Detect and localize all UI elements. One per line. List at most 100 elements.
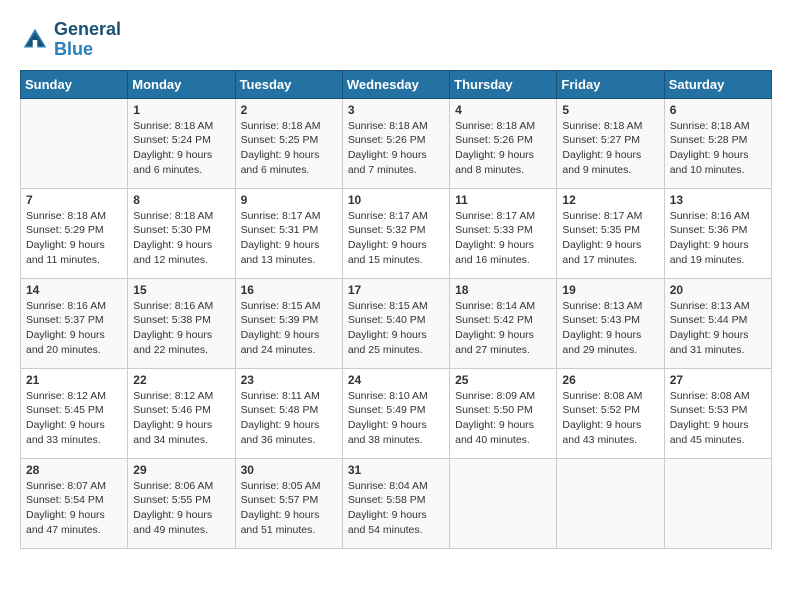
calendar-week-1: 1 Sunrise: 8:18 AM Sunset: 5:24 PM Dayli…: [21, 98, 772, 188]
day-info: Sunrise: 8:12 AM Sunset: 5:46 PM Dayligh…: [133, 389, 229, 448]
daylight-label: Daylight: 9 hours and 17 minutes.: [562, 239, 641, 266]
calendar-cell: 9 Sunrise: 8:17 AM Sunset: 5:31 PM Dayli…: [235, 188, 342, 278]
calendar-cell: 12 Sunrise: 8:17 AM Sunset: 5:35 PM Dayl…: [557, 188, 664, 278]
sunset-label: Sunset: 5:49 PM: [348, 404, 426, 416]
day-info: Sunrise: 8:16 AM Sunset: 5:37 PM Dayligh…: [26, 299, 122, 358]
calendar-cell: 29 Sunrise: 8:06 AM Sunset: 5:55 PM Dayl…: [128, 458, 235, 548]
daylight-label: Daylight: 9 hours and 15 minutes.: [348, 239, 427, 266]
calendar-week-5: 28 Sunrise: 8:07 AM Sunset: 5:54 PM Dayl…: [21, 458, 772, 548]
day-number: 6: [670, 103, 766, 117]
sunset-label: Sunset: 5:25 PM: [241, 134, 319, 146]
sunset-label: Sunset: 5:32 PM: [348, 224, 426, 236]
day-info: Sunrise: 8:12 AM Sunset: 5:45 PM Dayligh…: [26, 389, 122, 448]
day-info: Sunrise: 8:16 AM Sunset: 5:38 PM Dayligh…: [133, 299, 229, 358]
sunrise-label: Sunrise: 8:18 AM: [133, 210, 213, 222]
day-number: 4: [455, 103, 551, 117]
day-info: Sunrise: 8:17 AM Sunset: 5:35 PM Dayligh…: [562, 209, 658, 268]
sunset-label: Sunset: 5:55 PM: [133, 494, 211, 506]
calendar-cell: 27 Sunrise: 8:08 AM Sunset: 5:53 PM Dayl…: [664, 368, 771, 458]
day-info: Sunrise: 8:08 AM Sunset: 5:52 PM Dayligh…: [562, 389, 658, 448]
daylight-label: Daylight: 9 hours and 27 minutes.: [455, 329, 534, 356]
calendar-cell: [557, 458, 664, 548]
sunset-label: Sunset: 5:42 PM: [455, 314, 533, 326]
day-number: 2: [241, 103, 337, 117]
logo-text-line1: General: [54, 20, 121, 40]
logo: General Blue: [20, 20, 121, 60]
calendar-cell: 5 Sunrise: 8:18 AM Sunset: 5:27 PM Dayli…: [557, 98, 664, 188]
day-info: Sunrise: 8:18 AM Sunset: 5:27 PM Dayligh…: [562, 119, 658, 178]
day-number: 27: [670, 373, 766, 387]
calendar-cell: 7 Sunrise: 8:18 AM Sunset: 5:29 PM Dayli…: [21, 188, 128, 278]
sunrise-label: Sunrise: 8:16 AM: [670, 210, 750, 222]
calendar-cell: 26 Sunrise: 8:08 AM Sunset: 5:52 PM Dayl…: [557, 368, 664, 458]
daylight-label: Daylight: 9 hours and 9 minutes.: [562, 149, 641, 176]
calendar-table: SundayMondayTuesdayWednesdayThursdayFrid…: [20, 70, 772, 549]
sunset-label: Sunset: 5:37 PM: [26, 314, 104, 326]
calendar-cell: 18 Sunrise: 8:14 AM Sunset: 5:42 PM Dayl…: [450, 278, 557, 368]
calendar-cell: 10 Sunrise: 8:17 AM Sunset: 5:32 PM Dayl…: [342, 188, 449, 278]
sunrise-label: Sunrise: 8:17 AM: [348, 210, 428, 222]
sunrise-label: Sunrise: 8:18 AM: [26, 210, 106, 222]
calendar-cell: 19 Sunrise: 8:13 AM Sunset: 5:43 PM Dayl…: [557, 278, 664, 368]
logo-icon: [20, 25, 50, 55]
calendar-cell: 17 Sunrise: 8:15 AM Sunset: 5:40 PM Dayl…: [342, 278, 449, 368]
sunset-label: Sunset: 5:24 PM: [133, 134, 211, 146]
sunrise-label: Sunrise: 8:15 AM: [348, 300, 428, 312]
day-info: Sunrise: 8:15 AM Sunset: 5:40 PM Dayligh…: [348, 299, 444, 358]
sunrise-label: Sunrise: 8:18 AM: [670, 120, 750, 132]
calendar-cell: [664, 458, 771, 548]
sunset-label: Sunset: 5:43 PM: [562, 314, 640, 326]
day-number: 9: [241, 193, 337, 207]
day-number: 31: [348, 463, 444, 477]
sunrise-label: Sunrise: 8:18 AM: [241, 120, 321, 132]
calendar-cell: 8 Sunrise: 8:18 AM Sunset: 5:30 PM Dayli…: [128, 188, 235, 278]
daylight-label: Daylight: 9 hours and 51 minutes.: [241, 509, 320, 536]
calendar-cell: 16 Sunrise: 8:15 AM Sunset: 5:39 PM Dayl…: [235, 278, 342, 368]
day-info: Sunrise: 8:10 AM Sunset: 5:49 PM Dayligh…: [348, 389, 444, 448]
page-header: General Blue: [20, 20, 772, 60]
day-number: 28: [26, 463, 122, 477]
sunrise-label: Sunrise: 8:18 AM: [562, 120, 642, 132]
daylight-label: Daylight: 9 hours and 19 minutes.: [670, 239, 749, 266]
day-number: 5: [562, 103, 658, 117]
calendar-cell: 30 Sunrise: 8:05 AM Sunset: 5:57 PM Dayl…: [235, 458, 342, 548]
sunset-label: Sunset: 5:29 PM: [26, 224, 104, 236]
day-info: Sunrise: 8:17 AM Sunset: 5:33 PM Dayligh…: [455, 209, 551, 268]
daylight-label: Daylight: 9 hours and 43 minutes.: [562, 419, 641, 446]
day-number: 14: [26, 283, 122, 297]
sunset-label: Sunset: 5:35 PM: [562, 224, 640, 236]
day-number: 20: [670, 283, 766, 297]
calendar-cell: 11 Sunrise: 8:17 AM Sunset: 5:33 PM Dayl…: [450, 188, 557, 278]
day-number: 12: [562, 193, 658, 207]
sunrise-label: Sunrise: 8:10 AM: [348, 390, 428, 402]
day-info: Sunrise: 8:07 AM Sunset: 5:54 PM Dayligh…: [26, 479, 122, 538]
daylight-label: Daylight: 9 hours and 22 minutes.: [133, 329, 212, 356]
sunrise-label: Sunrise: 8:17 AM: [241, 210, 321, 222]
sunset-label: Sunset: 5:54 PM: [26, 494, 104, 506]
sunset-label: Sunset: 5:26 PM: [455, 134, 533, 146]
day-number: 29: [133, 463, 229, 477]
day-number: 3: [348, 103, 444, 117]
calendar-header-row: SundayMondayTuesdayWednesdayThursdayFrid…: [21, 70, 772, 98]
day-number: 23: [241, 373, 337, 387]
sunrise-label: Sunrise: 8:08 AM: [562, 390, 642, 402]
sunrise-label: Sunrise: 8:14 AM: [455, 300, 535, 312]
sunset-label: Sunset: 5:46 PM: [133, 404, 211, 416]
daylight-label: Daylight: 9 hours and 13 minutes.: [241, 239, 320, 266]
calendar-cell: 1 Sunrise: 8:18 AM Sunset: 5:24 PM Dayli…: [128, 98, 235, 188]
sunset-label: Sunset: 5:57 PM: [241, 494, 319, 506]
day-number: 25: [455, 373, 551, 387]
daylight-label: Daylight: 9 hours and 31 minutes.: [670, 329, 749, 356]
header-tuesday: Tuesday: [235, 70, 342, 98]
sunset-label: Sunset: 5:48 PM: [241, 404, 319, 416]
calendar-cell: 20 Sunrise: 8:13 AM Sunset: 5:44 PM Dayl…: [664, 278, 771, 368]
day-number: 17: [348, 283, 444, 297]
header-thursday: Thursday: [450, 70, 557, 98]
day-number: 30: [241, 463, 337, 477]
daylight-label: Daylight: 9 hours and 34 minutes.: [133, 419, 212, 446]
calendar-cell: 25 Sunrise: 8:09 AM Sunset: 5:50 PM Dayl…: [450, 368, 557, 458]
calendar-cell: 21 Sunrise: 8:12 AM Sunset: 5:45 PM Dayl…: [21, 368, 128, 458]
day-number: 13: [670, 193, 766, 207]
day-number: 8: [133, 193, 229, 207]
day-number: 26: [562, 373, 658, 387]
